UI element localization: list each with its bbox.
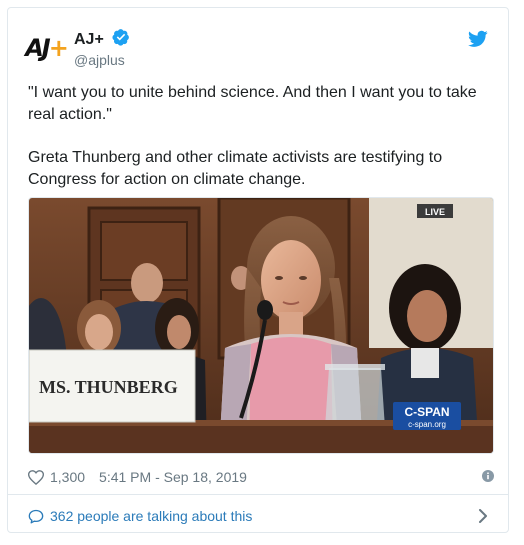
conversation-link[interactable]: 362 people are talking about this: [28, 504, 488, 528]
chevron-right-icon[interactable]: [478, 509, 488, 523]
author-block: AJ+ @ajplus: [74, 28, 130, 68]
tweet-meta: 1,300 5:41 PM - Sep 18, 2019: [28, 466, 494, 488]
twitter-bird-icon[interactable]: [468, 30, 488, 48]
tweet-quote: "I want you to unite behind science. And…: [28, 84, 477, 123]
like-count[interactable]: 1,300: [50, 469, 85, 485]
timestamp[interactable]: 5:41 PM - Sep 18, 2019: [99, 469, 247, 485]
tweet-card: AJ+ AJ+ @ajplus "I want you to unite beh…: [7, 7, 509, 533]
hearing-photo: LIVE MS. THUNBERG C-SPAN c-span.org: [29, 198, 493, 453]
tweet-header: AJ+ AJ+ @ajplus: [25, 26, 488, 70]
info-icon[interactable]: [482, 470, 494, 482]
ajplus-logo: AJ+: [25, 34, 69, 62]
avatar[interactable]: AJ+: [25, 30, 69, 66]
tweet-media[interactable]: LIVE MS. THUNBERG C-SPAN c-span.org: [28, 197, 494, 454]
talking-count[interactable]: 362 people are talking about this: [50, 508, 252, 524]
live-badge: LIVE: [425, 207, 445, 217]
tweet-text: "I want you to unite behind science. And…: [28, 82, 494, 212]
cspan-logo: C-SPAN: [404, 405, 449, 419]
divider: [8, 494, 508, 495]
display-name[interactable]: AJ+: [74, 31, 104, 49]
verified-icon: [112, 29, 130, 46]
tweet-body: Greta Thunberg and other climate activis…: [28, 149, 443, 188]
cspan-url: c-span.org: [408, 420, 446, 429]
speech-bubble-icon: [28, 509, 44, 523]
handle[interactable]: @ajplus: [74, 52, 130, 68]
heart-icon[interactable]: [28, 469, 44, 485]
nameplate-text: MS. THUNBERG: [39, 377, 178, 397]
